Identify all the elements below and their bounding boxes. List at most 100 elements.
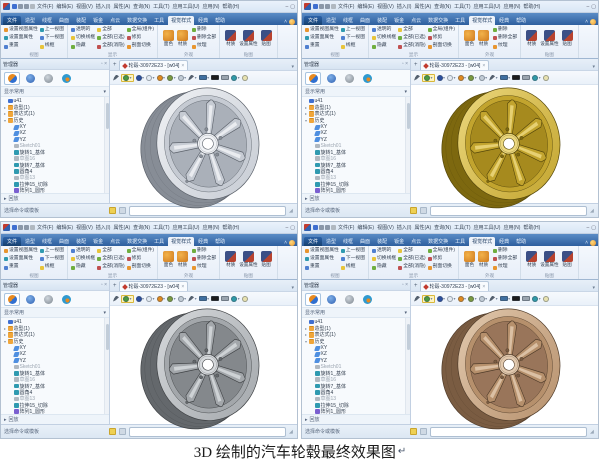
document-tab[interactable]: 轮毂-30972E23 - [w04] × — [118, 60, 189, 70]
tab-overflow-icon[interactable]: ▾ — [291, 64, 294, 70]
file-menu-button[interactable]: 文件 — [304, 237, 323, 246]
ribbon-button-材质[interactable]: 材质 — [477, 251, 489, 268]
close-icon[interactable]: × — [482, 284, 485, 290]
document-tab[interactable]: 轮毂-30972E23 - [w04] × — [118, 281, 189, 291]
ribbon-item[interactable]: 设置面属性 — [305, 35, 339, 41]
menu-item[interactable]: 文件(F) — [37, 224, 53, 231]
ribbon-item[interactable]: 纹理 — [492, 265, 517, 270]
ribbon-tab-点云[interactable]: 点云 — [107, 237, 123, 246]
view-manager-tab[interactable] — [341, 293, 357, 306]
ribbon-tab-视觉样式[interactable]: 视觉样式 — [469, 16, 496, 25]
ribbon-item[interactable]: 隐藏 — [372, 44, 396, 49]
menu-item[interactable]: 插入(I) — [96, 224, 111, 231]
tree-caret-icon[interactable]: ▸ — [304, 105, 308, 110]
menu-item[interactable]: 属性(A) — [113, 3, 130, 10]
wheel-gold-3d-model[interactable] — [436, 77, 574, 215]
ribbon-tab-工具[interactable]: 工具 — [452, 16, 468, 25]
model-viewport[interactable] — [110, 85, 297, 209]
ribbon-item[interactable]: 纹理 — [492, 44, 517, 49]
ribbon-item[interactable]: 全部(消隐) — [97, 44, 125, 49]
redo-icon[interactable] — [325, 4, 330, 9]
ribbon-tab-工具[interactable]: 工具 — [151, 237, 167, 246]
redo-icon[interactable] — [24, 225, 29, 230]
ribbon-tab-工具[interactable]: 工具 — [151, 16, 167, 25]
ribbon-button-材质[interactable]: 材质 — [477, 30, 489, 47]
undo-icon[interactable] — [319, 225, 324, 230]
ribbon-item[interactable]: 剖面切换 — [126, 265, 154, 270]
undo-icon[interactable] — [319, 4, 324, 9]
menu-item[interactable]: 插入(I) — [397, 3, 412, 10]
menu-item[interactable]: 视图(V) — [76, 3, 93, 10]
ribbon-tab-线框[interactable]: 线框 — [39, 16, 55, 25]
menu-item[interactable]: 应用(N) — [503, 3, 520, 10]
menu-item[interactable]: 应用(N) — [202, 3, 219, 10]
display-filter[interactable]: 显示常用 ▾ — [302, 87, 410, 97]
menu-item[interactable]: 帮助(H) — [222, 224, 239, 231]
ribbon-tab-工具[interactable]: 工具 — [452, 237, 468, 246]
tree-caret-icon[interactable]: ▾ — [3, 339, 7, 344]
new-tab-button[interactable]: + — [414, 61, 418, 70]
menu-item[interactable]: 工具(T) — [153, 224, 169, 231]
menu-item[interactable]: 应用工具(U) — [473, 3, 500, 10]
save-icon[interactable] — [12, 225, 17, 230]
view-manager-tab[interactable] — [40, 72, 56, 85]
snap-toggle-icon[interactable] — [109, 428, 116, 435]
history-manager-tab[interactable] — [305, 71, 321, 85]
maximize-icon[interactable]: ▢ — [591, 4, 596, 10]
quick-access-toolbar[interactable] — [313, 225, 336, 230]
ribbon-item[interactable]: 剖面切换 — [427, 265, 455, 270]
ribbon-button-设置属性[interactable]: 设置属性 — [239, 30, 258, 47]
document-tab[interactable]: 轮毂-30972E23 - [w04] × — [419, 60, 490, 70]
ribbon-button-设置属性[interactable]: 设置属性 — [540, 30, 559, 47]
sketch-pencil-icon[interactable] — [414, 74, 420, 81]
ribbon-tab-造型[interactable]: 造型 — [323, 16, 339, 25]
ribbon-tab-视觉样式[interactable]: 视觉样式 — [469, 237, 496, 246]
sketch-pencil-icon[interactable] — [113, 295, 119, 302]
document-tab[interactable]: 轮毂-30972E23 - [w04] × — [419, 281, 490, 291]
quick-access-toolbar[interactable] — [313, 4, 336, 9]
ribbon-tab-经典[interactable]: 经典 — [496, 16, 512, 25]
ribbon-item[interactable]: 剖面切换 — [126, 44, 154, 49]
ribbon-item[interactable]: 设置视图属性 — [305, 248, 339, 254]
print-icon[interactable] — [30, 4, 35, 9]
window-controls[interactable]: – ▢ — [285, 225, 295, 231]
ribbon-button-贴图[interactable]: 贴图 — [260, 30, 272, 47]
menu-item[interactable]: 编辑(E) — [357, 224, 374, 231]
menu-item[interactable]: 属性(A) — [414, 3, 431, 10]
ribbon-item[interactable]: 全部(已选) — [97, 35, 125, 41]
history-manager-tab[interactable] — [4, 292, 20, 306]
ribbon-button-材质[interactable]: 材质 — [225, 251, 237, 268]
menu-item[interactable]: 帮助(H) — [523, 3, 540, 10]
menu-item[interactable]: 工具(T) — [153, 3, 169, 10]
ribbon-item[interactable]: 隐藏 — [372, 265, 396, 270]
file-menu-button[interactable]: 文件 — [304, 16, 323, 25]
save-icon[interactable] — [313, 4, 318, 9]
ribbon-button-面色[interactable]: 面色 — [463, 30, 475, 47]
tab-overflow-icon[interactable]: ▾ — [291, 285, 294, 291]
playback-section[interactable]: ▸ 回放 — [1, 193, 109, 203]
ribbon-item[interactable]: 切换线框 — [71, 256, 95, 262]
ribbon-tab-帮助[interactable]: 帮助 — [513, 237, 529, 246]
ribbon-button-材质[interactable]: 材质 — [526, 251, 538, 268]
assembly-manager-tab[interactable] — [22, 72, 38, 85]
menu-item[interactable]: 编辑(E) — [357, 3, 374, 10]
ribbon-item[interactable]: 下一视图 — [340, 35, 365, 41]
ribbon-tab-数据交换[interactable]: 数据交换 — [124, 237, 150, 246]
ribbon-item[interactable]: 全部 — [97, 248, 124, 254]
ribbon-item[interactable]: 切换线框 — [372, 256, 396, 262]
menu-item[interactable]: 查询(N) — [133, 3, 150, 10]
menu-item[interactable]: 插入(I) — [96, 3, 111, 10]
tree-caret-icon[interactable]: ▸ — [304, 326, 308, 331]
tree-caret-icon[interactable]: ▸ — [3, 332, 7, 337]
save-icon[interactable] — [313, 225, 318, 230]
filter-toggle-icon[interactable] — [420, 428, 427, 435]
wheel-bronze-3d-model[interactable] — [436, 298, 574, 436]
menu-item[interactable]: 文件(F) — [338, 3, 354, 10]
display-filter[interactable]: 显示常用 ▾ — [302, 308, 410, 318]
visual-manager-tab[interactable] — [359, 72, 375, 85]
ribbon-button-面色[interactable]: 面色 — [463, 251, 475, 268]
ribbon-item[interactable]: 全部(消隐) — [97, 265, 125, 270]
close-icon[interactable]: × — [482, 63, 485, 69]
ribbon-tab-曲面[interactable]: 曲面 — [357, 16, 373, 25]
menu-item[interactable]: 属性(A) — [414, 224, 431, 231]
